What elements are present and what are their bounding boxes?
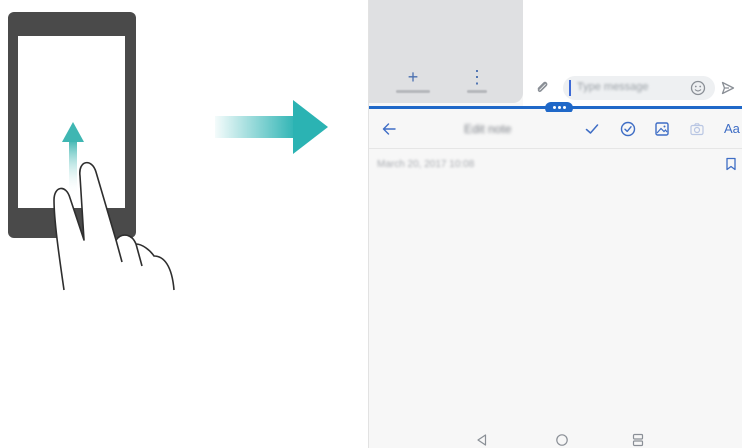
checklist-icon[interactable]: [620, 121, 636, 137]
font-icon[interactable]: Aa: [724, 121, 740, 137]
camera-icon[interactable]: [689, 121, 705, 137]
nav-back-icon[interactable]: [475, 433, 489, 447]
notepad-app-pane: Edit note Aa March 20, 2017 10:08: [369, 112, 742, 448]
top-left-app-pane[interactable]: + ⋮: [369, 0, 523, 103]
nav-home-icon[interactable]: [555, 433, 569, 447]
note-date: March 20, 2017 10:08: [377, 159, 475, 170]
bookmark-icon[interactable]: [725, 157, 737, 171]
plus-icon: +: [407, 67, 419, 87]
two-finger-swipe-illustration: [8, 12, 175, 291]
add-button[interactable]: +: [383, 68, 443, 100]
emoji-icon[interactable]: [690, 80, 706, 96]
system-navigation-bar: [369, 422, 742, 448]
more-vertical-icon: ⋮: [468, 67, 486, 87]
more-button[interactable]: ⋮: [447, 68, 507, 100]
messaging-app-pane: Type message: [523, 0, 742, 106]
message-placeholder: Type message: [577, 81, 649, 93]
split-screen-phone: + ⋮ Type message Edit note Aa March 20, …: [368, 0, 742, 448]
attach-icon[interactable]: [535, 80, 549, 94]
more-button-caption: [467, 90, 487, 93]
transition-arrow-icon: [215, 100, 328, 154]
back-arrow-icon[interactable]: [381, 121, 397, 137]
note-toolbar: Edit note Aa: [369, 112, 742, 149]
note-title: Edit note: [464, 122, 512, 136]
add-button-caption: [396, 90, 430, 93]
nav-recent-apps-icon[interactable]: [631, 433, 645, 447]
check-icon[interactable]: [584, 121, 600, 137]
send-icon[interactable]: [721, 81, 735, 95]
image-icon[interactable]: [654, 121, 670, 137]
text-cursor: [569, 80, 571, 96]
